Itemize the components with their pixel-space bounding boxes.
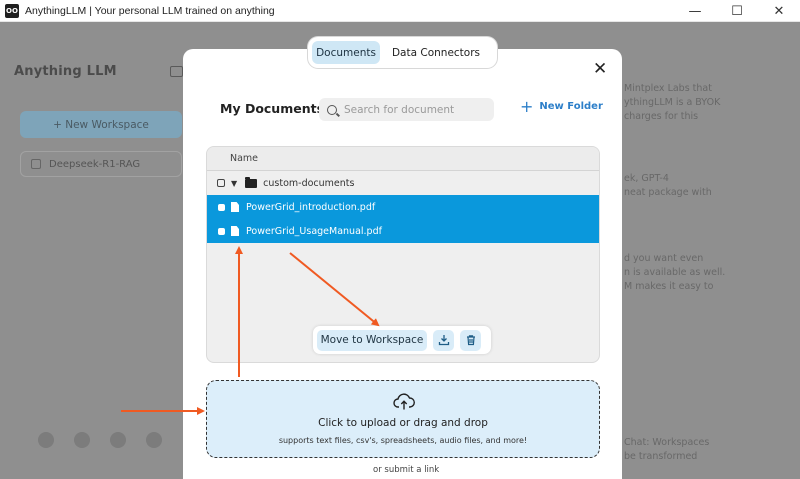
file-icon xyxy=(231,202,239,212)
selection-action-bar: Move to Workspace xyxy=(313,326,491,354)
search-icon xyxy=(327,104,337,115)
folder-name: custom-documents xyxy=(263,177,355,189)
background-text: charges for this xyxy=(624,111,699,122)
background-text: n is available as well. xyxy=(624,267,726,278)
submit-link-option[interactable]: or submit a link xyxy=(373,465,439,475)
background-text: be transformed xyxy=(624,451,698,462)
minimize-button[interactable]: — xyxy=(674,0,716,22)
window-title: AnythingLLM | Your personal LLM trained … xyxy=(25,4,275,17)
tab-documents[interactable]: Documents xyxy=(312,41,380,64)
chevron-down-icon[interactable]: ▼ xyxy=(231,179,237,188)
settings-wrench-icon[interactable] xyxy=(146,432,162,448)
file-checkbox[interactable] xyxy=(218,203,225,211)
background-text: Chat: Workspaces xyxy=(624,437,710,448)
delete-button[interactable] xyxy=(460,329,481,351)
modal-tabs: Documents Data Connectors xyxy=(308,37,497,68)
background-text: M makes it easy to xyxy=(624,281,714,292)
workspace-label: Deepseek-R1-RAG xyxy=(49,158,141,170)
folder-icon xyxy=(245,176,258,188)
background-text: neat package with xyxy=(624,187,712,198)
file-name: PowerGrid_UsageManual.pdf xyxy=(246,225,382,237)
table-header: Name xyxy=(207,147,599,171)
sidebar-footer xyxy=(38,432,162,448)
window-controls: — ☐ ✕ xyxy=(674,0,800,22)
trash-icon xyxy=(466,335,475,346)
upload-subtitle: supports text files, csv's, spreadsheets… xyxy=(278,436,528,445)
download-button[interactable] xyxy=(433,329,454,351)
plus-icon: + xyxy=(520,96,534,116)
file-row[interactable]: PowerGrid_introduction.pdf xyxy=(207,195,599,219)
docs-icon[interactable] xyxy=(74,432,90,448)
discord-icon[interactable] xyxy=(110,432,126,448)
workspace-icon xyxy=(31,159,41,169)
anythingllm-logo: Anything LLM xyxy=(14,64,117,79)
file-name: PowerGrid_introduction.pdf xyxy=(246,201,376,213)
sidebar: Anything LLM + New Workspace Deepseek-R1… xyxy=(0,22,196,479)
community-icon[interactable] xyxy=(38,432,54,448)
new-workspace-button[interactable]: + New Workspace xyxy=(20,111,182,138)
search-box[interactable] xyxy=(319,98,494,121)
file-icon xyxy=(231,226,239,236)
move-to-workspace-button[interactable]: Move to Workspace xyxy=(317,329,427,351)
tab-data-connectors[interactable]: Data Connectors xyxy=(386,41,486,64)
upload-title: Click to upload or drag and drop xyxy=(318,417,488,429)
app-logo-icon: OO xyxy=(5,3,19,18)
background-text: ythingLLM is a BYOK xyxy=(624,97,721,108)
file-checkbox[interactable] xyxy=(218,227,225,235)
folder-checkbox[interactable] xyxy=(217,179,225,187)
file-row[interactable]: PowerGrid_UsageManual.pdf xyxy=(207,219,599,243)
maximize-button[interactable]: ☐ xyxy=(716,0,758,22)
workspace-item[interactable]: Deepseek-R1-RAG xyxy=(20,151,182,177)
background-text: d you want even xyxy=(624,253,704,264)
modal-title: My Documents xyxy=(220,101,325,116)
upload-dropzone[interactable]: Click to upload or drag and drop support… xyxy=(206,380,600,458)
new-folder-button[interactable]: + New Folder xyxy=(520,96,603,116)
column-header-name: Name xyxy=(230,153,259,164)
sidebar-toggle-icon[interactable] xyxy=(170,66,183,77)
close-window-button[interactable]: ✕ xyxy=(758,0,800,22)
new-folder-label: New Folder xyxy=(539,101,603,112)
folder-row[interactable]: ▼ custom-documents xyxy=(207,171,599,195)
download-icon xyxy=(438,335,449,346)
window-titlebar: OO AnythingLLM | Your personal LLM train… xyxy=(0,0,800,22)
background-text: Mintplex Labs that xyxy=(624,83,712,94)
background-text: ek, GPT-4 xyxy=(624,173,669,184)
close-modal-icon[interactable]: ✕ xyxy=(593,59,607,79)
cloud-upload-icon xyxy=(393,393,415,410)
search-input[interactable] xyxy=(344,103,484,116)
